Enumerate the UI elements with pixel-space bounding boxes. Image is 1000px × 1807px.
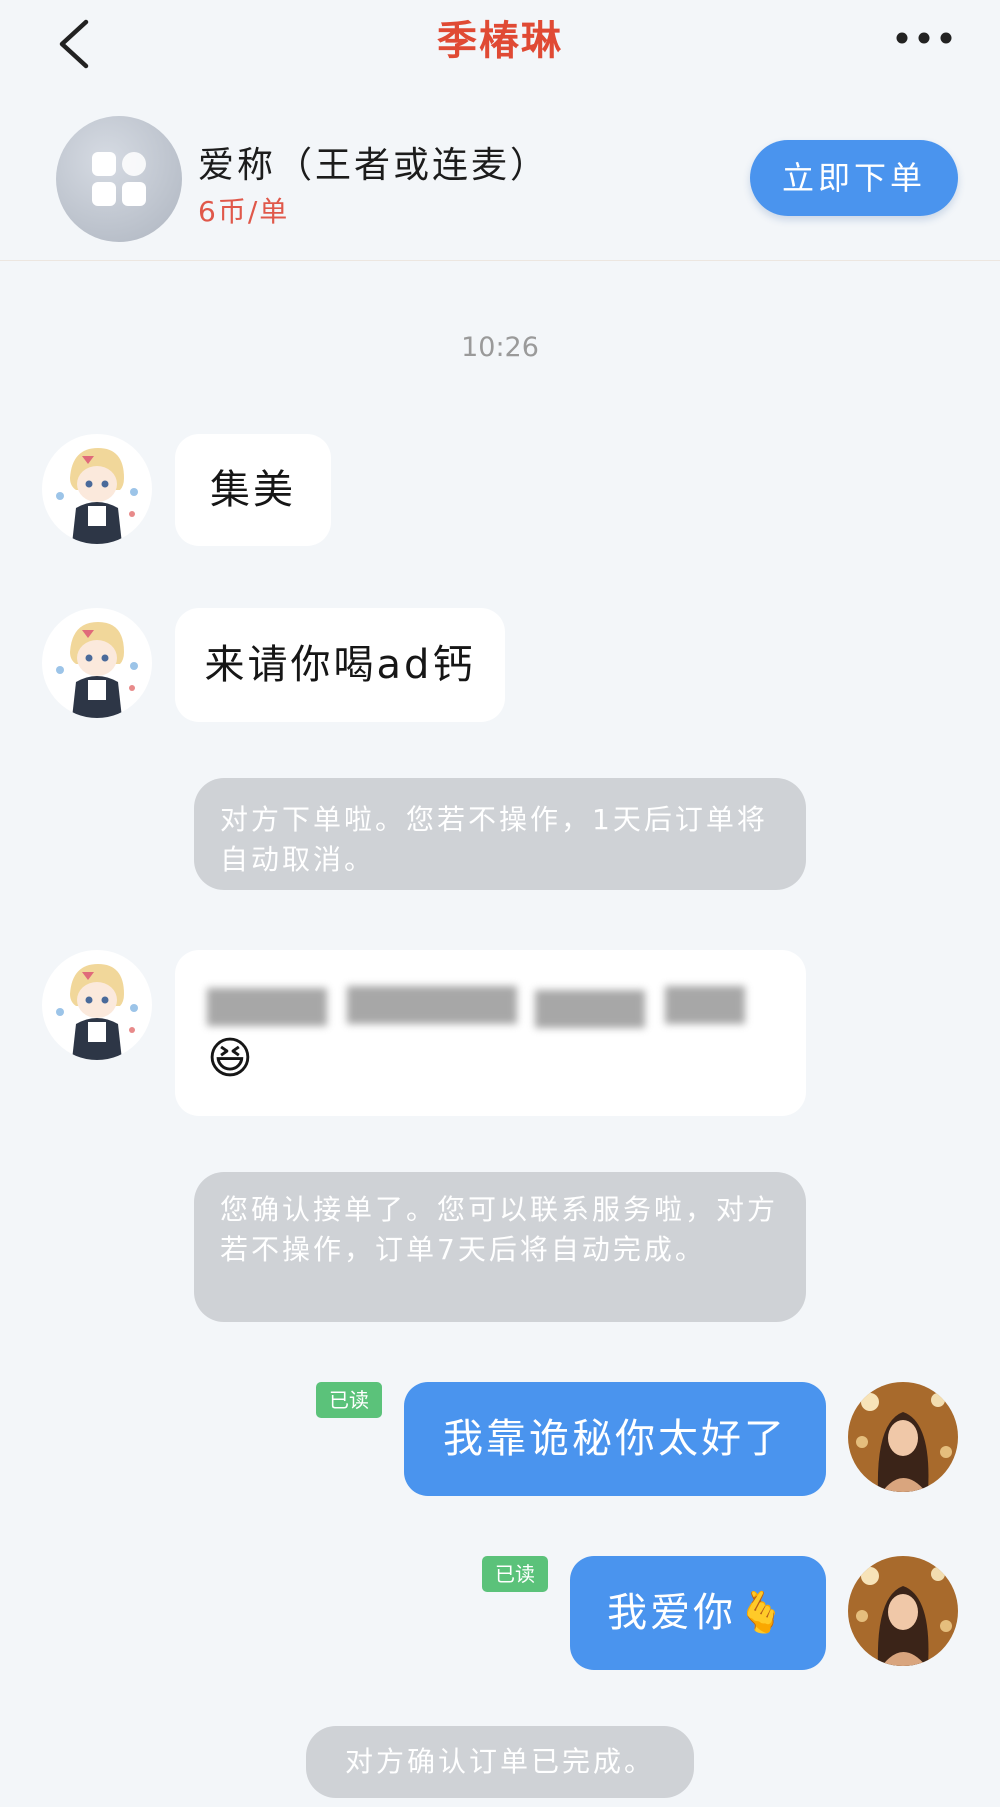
message-timestamp: 10:26 (461, 332, 539, 363)
redacted-text (207, 988, 327, 1026)
product-thumbnail (56, 116, 182, 242)
incoming-message[interactable]: 来请你喝ad钙 (175, 608, 505, 722)
more-button[interactable] (892, 20, 956, 56)
outgoing-message[interactable]: 我靠诡秘你太好了 (404, 1382, 826, 1496)
outgoing-message[interactable]: 我爱你🫰 (570, 1556, 826, 1670)
read-badge: 已读 (316, 1382, 382, 1418)
more-dots-icon (896, 32, 952, 44)
emoji-laughing: 😆 (207, 1033, 256, 1084)
incoming-message[interactable]: 集美 (175, 434, 331, 546)
read-badge: 已读 (482, 1556, 548, 1592)
redacted-text (535, 990, 645, 1028)
chevron-left-icon (59, 19, 89, 69)
order-now-button[interactable]: 立即下单 (750, 140, 958, 216)
system-notice: 对方确认订单已完成。 (306, 1726, 694, 1798)
product-name: 爱称（王者或连麦） (198, 145, 550, 186)
product-card: 爱称（王者或连麦） 6币/单 立即下单 (0, 90, 1000, 261)
sender-avatar[interactable] (42, 950, 152, 1060)
incoming-message-redacted[interactable]: 😆 (175, 950, 806, 1116)
sender-avatar[interactable] (42, 434, 152, 544)
product-price: 6币/单 (198, 195, 290, 228)
page-title: 季椿琳 (437, 18, 563, 64)
system-notice: 对方下单啦。您若不操作，1天后订单将自动取消。 (194, 778, 806, 890)
app-grid-icon (92, 152, 146, 206)
sender-avatar[interactable] (42, 608, 152, 718)
redacted-text (347, 986, 517, 1024)
my-avatar[interactable] (848, 1556, 958, 1666)
back-button[interactable] (48, 8, 108, 72)
redacted-text (665, 986, 745, 1024)
my-avatar[interactable] (848, 1382, 958, 1492)
system-notice: 您确认接单了。您可以联系服务啦，对方若不操作，订单7天后将自动完成。 (194, 1172, 806, 1322)
